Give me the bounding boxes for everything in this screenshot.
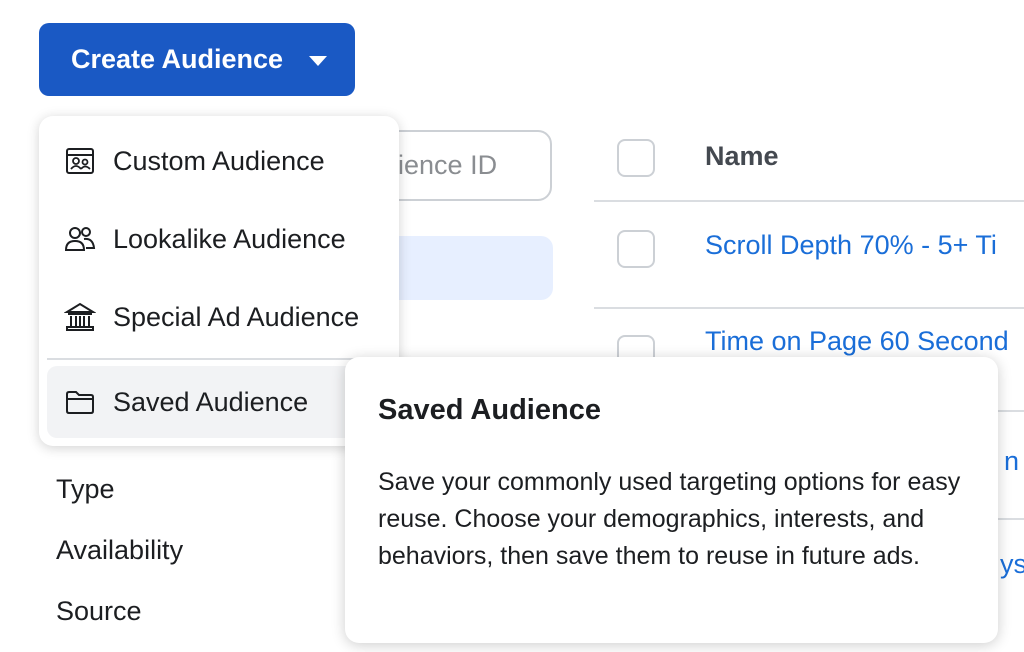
name-column-header[interactable]: Name bbox=[705, 141, 779, 172]
row-name-link[interactable]: Time on Page 60 Second bbox=[705, 326, 1024, 357]
menu-item-special-ad-audience[interactable]: Special Ad Audience bbox=[39, 282, 399, 352]
menu-item-lookalike-audience[interactable]: Lookalike Audience bbox=[39, 204, 399, 274]
row-name-fragment[interactable]: n bbox=[1004, 446, 1024, 477]
filter-availability[interactable]: Availability bbox=[56, 535, 183, 566]
table-divider bbox=[594, 307, 1024, 309]
filter-source[interactable]: Source bbox=[56, 596, 142, 627]
folder-icon bbox=[63, 385, 97, 419]
menu-item-custom-audience[interactable]: Custom Audience bbox=[39, 126, 399, 196]
menu-divider bbox=[47, 358, 391, 360]
search-placeholder: dience ID bbox=[383, 150, 498, 180]
create-audience-button[interactable]: Create Audience bbox=[39, 23, 355, 96]
filter-type[interactable]: Type bbox=[56, 474, 115, 505]
tooltip-title: Saved Audience bbox=[378, 394, 601, 426]
custom-audience-icon bbox=[63, 144, 97, 178]
menu-item-label: Lookalike Audience bbox=[113, 223, 346, 254]
caret-down-icon bbox=[309, 55, 328, 66]
table-divider bbox=[594, 200, 1024, 202]
select-all-checkbox[interactable] bbox=[617, 139, 655, 177]
menu-item-label: Custom Audience bbox=[113, 145, 325, 176]
row-name-link[interactable]: Scroll Depth 70% - 5+ Ti bbox=[705, 230, 1024, 261]
people-icon bbox=[63, 222, 97, 256]
create-audience-label: Create Audience bbox=[71, 44, 284, 74]
row-name-fragment[interactable]: ys bbox=[1000, 549, 1024, 580]
saved-audience-tooltip: Saved Audience Save your commonly used t… bbox=[345, 357, 998, 643]
bank-icon bbox=[63, 300, 97, 334]
tooltip-body: Save your commonly used targeting option… bbox=[378, 468, 961, 570]
row-checkbox[interactable] bbox=[617, 230, 655, 268]
menu-item-label: Saved Audience bbox=[113, 386, 309, 417]
menu-item-saved-audience[interactable]: Saved Audience bbox=[47, 366, 391, 438]
menu-item-label: Special Ad Audience bbox=[113, 301, 360, 332]
